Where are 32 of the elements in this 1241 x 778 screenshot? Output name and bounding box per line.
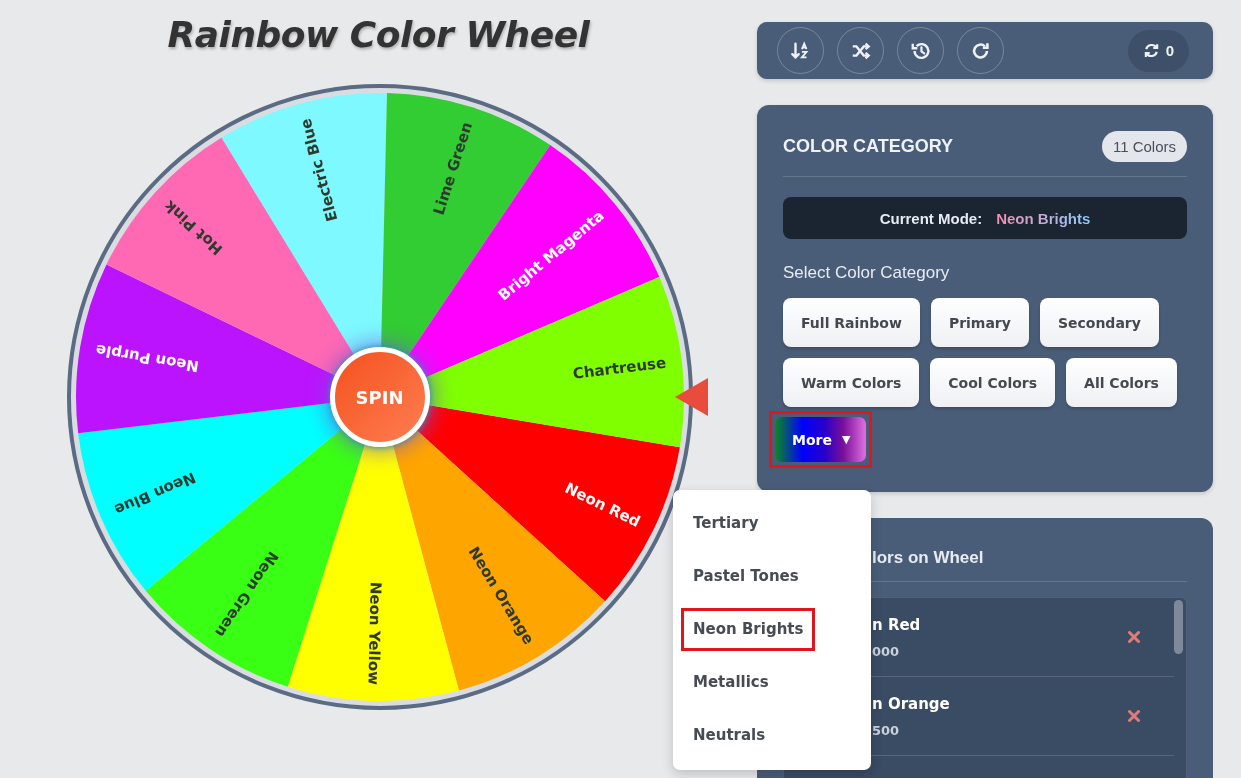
pointer-icon: [674, 378, 708, 416]
category-button[interactable]: Warm Colors: [783, 358, 920, 407]
segment-label: Neon Blue: [111, 468, 198, 519]
category-button[interactable]: Cool Colors: [930, 358, 1056, 407]
scrollbar-thumb[interactable]: [1174, 600, 1183, 654]
section-label: Select Color Category: [783, 263, 951, 283]
panel-heading: COLOR CATEGORY: [783, 136, 953, 157]
remove-icon[interactable]: [1128, 631, 1140, 643]
mode-label: Current Mode:: [879, 209, 983, 227]
color-code: 500: [872, 722, 901, 738]
spin-counter[interactable]: 0: [1127, 29, 1189, 72]
refresh-icon: [1142, 42, 1160, 59]
segment-label: Electric Blue: [296, 116, 341, 224]
menu-item[interactable]: Neutrals: [681, 714, 778, 757]
menu-item[interactable]: Neon Brights: [681, 608, 816, 651]
color-name: n Red: [872, 615, 921, 634]
category-button[interactable]: Full Rainbow: [783, 298, 920, 347]
menu-item[interactable]: Tertiary: [681, 502, 771, 545]
color-count-badge: 11 Colors: [1101, 131, 1187, 162]
segment-label: Neon Yellow: [363, 581, 385, 686]
segment-label: Neon Purple: [93, 340, 200, 376]
more-button[interactable]: More ▼: [775, 417, 867, 462]
category-button[interactable]: Secondary: [1039, 298, 1159, 347]
category-button[interactable]: Primary: [930, 298, 1029, 347]
segment-label: Chartreuse: [571, 353, 667, 383]
color-code: 000: [872, 643, 901, 659]
menu-item[interactable]: Metallics: [681, 661, 781, 704]
color-name: n Orange: [872, 694, 950, 713]
segment-label: Lime Green: [429, 119, 476, 218]
category-button[interactable]: All Colors: [1066, 358, 1177, 407]
app-title: Rainbow Color Wheel: [167, 14, 590, 55]
remove-icon[interactable]: [1128, 710, 1140, 722]
